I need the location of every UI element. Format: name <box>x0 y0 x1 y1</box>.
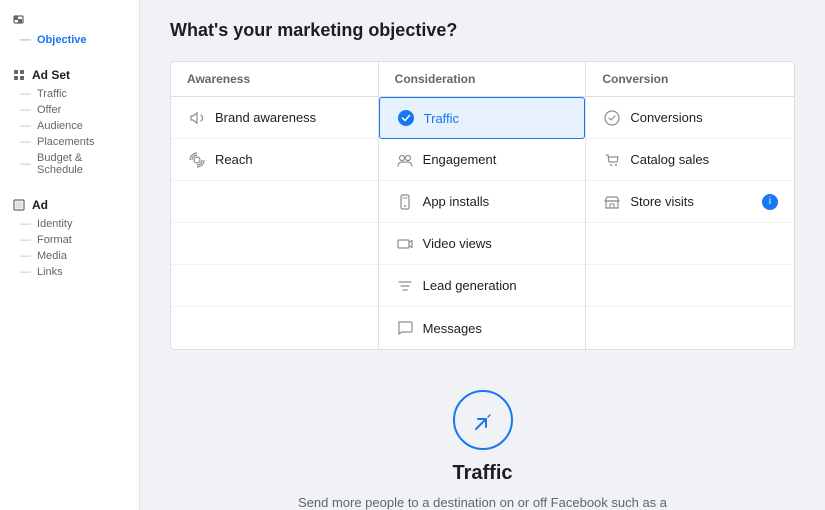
obj-store-visits[interactable]: Store visits i <box>586 181 794 223</box>
page-title: What's your marketing objective? <box>170 20 795 41</box>
video-views-icon <box>395 234 415 254</box>
header-awareness: Awareness <box>171 62 379 96</box>
conversion-empty-2 <box>586 265 794 307</box>
sidebar-adset-header: Ad Set <box>0 64 139 86</box>
flag-icon <box>12 14 26 28</box>
lead-gen-icon <box>395 276 415 296</box>
sidebar-ad-label: Ad <box>32 198 48 212</box>
obj-catalog-sales[interactable]: Catalog sales <box>586 139 794 181</box>
app-installs-icon <box>395 192 415 212</box>
sidebar-objective-header <box>0 10 139 32</box>
sidebar-item-links[interactable]: Links <box>0 264 139 280</box>
awareness-empty-3 <box>171 265 378 307</box>
store-visits-label: Store visits <box>630 194 694 209</box>
messages-icon <box>395 318 415 338</box>
obj-messages[interactable]: Messages <box>379 307 586 349</box>
objectives-table: Awareness Consideration Conversion Bra <box>170 61 795 350</box>
sidebar-section-ad: Ad Identity Format Media Links <box>0 194 139 280</box>
traffic-label: Traffic <box>424 111 459 126</box>
main-content: What's your marketing objective? Awarene… <box>140 0 825 510</box>
obj-brand-awareness[interactable]: Brand awareness <box>171 97 378 139</box>
sidebar-item-format[interactable]: Format <box>0 232 139 248</box>
sidebar-section-adset: Ad Set Traffic Offer Audience Placements… <box>0 64 139 178</box>
sidebar-item-media[interactable]: Media <box>0 248 139 264</box>
grid-icon <box>12 68 26 82</box>
sidebar-item-traffic[interactable]: Traffic <box>0 86 139 102</box>
lead-generation-label: Lead generation <box>423 278 517 293</box>
reach-icon <box>187 150 207 170</box>
traffic-title: Traffic <box>170 462 795 485</box>
obj-conversions[interactable]: Conversions <box>586 97 794 139</box>
header-conversion: Conversion <box>586 62 794 96</box>
engagement-label: Engagement <box>423 152 497 167</box>
engagement-icon <box>395 150 415 170</box>
sidebar-item-budget[interactable]: Budget & Schedule <box>0 150 139 178</box>
sidebar: Objective Ad Set Traffic Offer Audience … <box>0 0 140 510</box>
store-visits-icon <box>602 192 622 212</box>
obj-traffic[interactable]: Traffic <box>379 97 586 139</box>
conversions-icon <box>602 108 622 128</box>
traffic-description: Send more people to a destination on or … <box>283 493 683 510</box>
awareness-empty-4 <box>171 307 378 349</box>
sidebar-item-audience[interactable]: Audience <box>0 118 139 134</box>
sidebar-adset-label: Ad Set <box>32 68 70 82</box>
obj-engagement[interactable]: Engagement <box>379 139 586 181</box>
store-visits-info-icon[interactable]: i <box>762 194 778 210</box>
traffic-icon-circle <box>453 390 513 450</box>
traffic-check-icon <box>396 108 416 128</box>
traffic-section: Traffic Send more people to a destinatio… <box>170 380 795 510</box>
app-installs-label: App installs <box>423 194 489 209</box>
ad-icon <box>12 198 26 212</box>
awareness-empty-1 <box>171 181 378 223</box>
consideration-column: Traffic Engagement <box>379 97 587 349</box>
video-views-label: Video views <box>423 236 492 251</box>
conversions-label: Conversions <box>630 110 702 125</box>
sidebar-item-objective[interactable]: Objective <box>0 32 139 48</box>
awareness-empty-2 <box>171 223 378 265</box>
brand-awareness-label: Brand awareness <box>215 110 316 125</box>
conversion-column: Conversions Catalog sales <box>586 97 794 349</box>
reach-label: Reach <box>215 152 253 167</box>
megaphone-icon <box>187 108 207 128</box>
awareness-column: Brand awareness Reach <box>171 97 379 349</box>
sidebar-ad-header: Ad <box>0 194 139 216</box>
conversion-empty-1 <box>586 223 794 265</box>
obj-lead-generation[interactable]: Lead generation <box>379 265 586 307</box>
obj-video-views[interactable]: Video views <box>379 223 586 265</box>
obj-reach[interactable]: Reach <box>171 139 378 181</box>
sidebar-item-offer[interactable]: Offer <box>0 102 139 118</box>
objectives-header: Awareness Consideration Conversion <box>171 62 794 97</box>
catalog-sales-label: Catalog sales <box>630 152 709 167</box>
objectives-body: Brand awareness Reach <box>171 97 794 349</box>
catalog-sales-icon <box>602 150 622 170</box>
sidebar-item-placements[interactable]: Placements <box>0 134 139 150</box>
conversion-empty-3 <box>586 307 794 349</box>
messages-label: Messages <box>423 321 482 336</box>
sidebar-section-objective: Objective <box>0 10 139 48</box>
header-consideration: Consideration <box>379 62 587 96</box>
sidebar-item-identity[interactable]: Identity <box>0 216 139 232</box>
obj-app-installs[interactable]: App installs <box>379 181 586 223</box>
